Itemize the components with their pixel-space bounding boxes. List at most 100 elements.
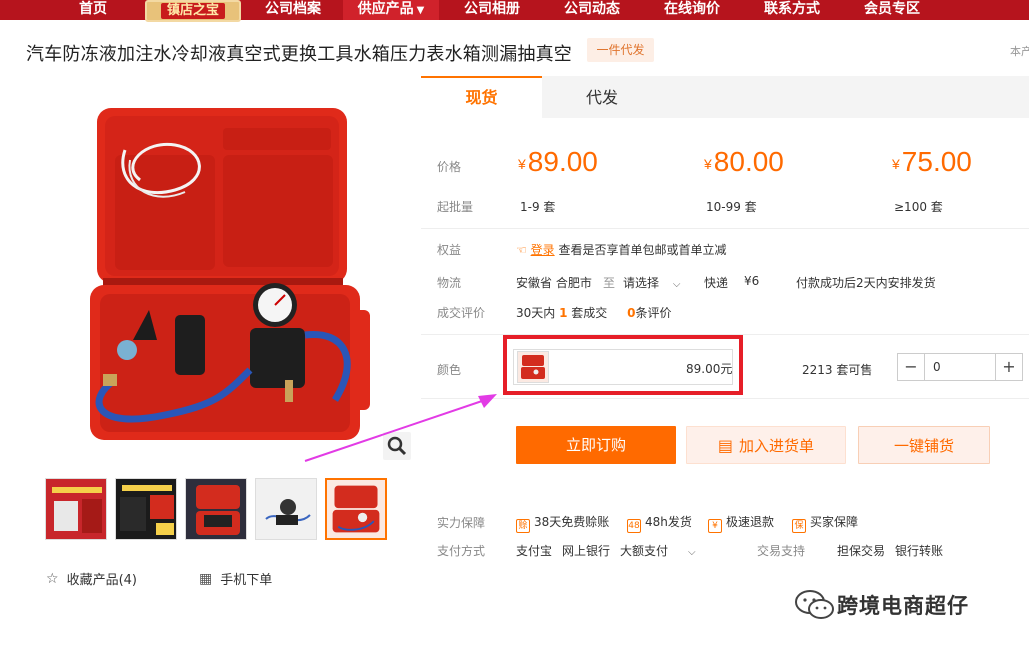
nav-news[interactable]: 公司动态 <box>552 0 632 20</box>
currency-symbol: ¥ <box>892 156 900 172</box>
support-escrow: 担保交易 <box>837 544 886 558</box>
price-tier-2: ¥80.00 <box>704 146 784 178</box>
payment-ebank: 网上银行 <box>562 544 611 558</box>
thumbnail-image <box>332 485 380 533</box>
price-value: 89.00 <box>527 146 598 177</box>
price-tier-1: ¥89.00 <box>518 146 598 178</box>
quantity-input[interactable]: 0 <box>924 354 996 380</box>
tab-in-stock[interactable]: 现货 <box>421 76 542 118</box>
rights-row: ☜ 登录 查看是否享首单包邮或首单立减 <box>516 241 726 258</box>
mobile-order-link[interactable]: ▦ 手机下单 <box>199 569 273 589</box>
review-count: 0 <box>627 306 636 320</box>
sold-count: 1 <box>559 306 568 320</box>
nav-member[interactable]: 会员专区 <box>852 0 932 20</box>
thumbnail-image <box>120 485 174 535</box>
thumbnail-image <box>52 487 102 533</box>
divider <box>421 228 1029 229</box>
tab-dropship[interactable]: 代发 <box>542 76 662 118</box>
clock-icon: 48 <box>627 519 641 533</box>
nav-featured-badge[interactable]: 镇店之宝 <box>145 0 241 22</box>
thumbnail-image <box>196 485 240 535</box>
credit-icon: 赊 <box>516 519 530 533</box>
guarantee-buyer: 保买家保障 <box>792 513 858 533</box>
currency-symbol: ¥ <box>518 156 526 172</box>
favorite-link[interactable]: ☆ 收藏产品(4) <box>46 569 137 589</box>
top-nav: 首页 镇店之宝 公司档案 供应产品 ▼ 公司相册 公司动态 在线询价 联系方式 会… <box>0 0 1029 22</box>
nav-album[interactable]: 公司相册 <box>452 0 532 20</box>
minus-button[interactable]: − <box>898 354 924 380</box>
guarantee-refund-label: 极速退款 <box>726 515 775 529</box>
logistics-origin: 安徽省 合肥市 <box>516 276 592 290</box>
zoom-button[interactable] <box>383 432 411 460</box>
rights-label: 权益 <box>437 243 462 257</box>
guarantee-credit-label: 38天免费赊账 <box>534 515 610 529</box>
guarantee-48h-label: 48h发货 <box>645 515 692 529</box>
thumbnail-5[interactable] <box>325 478 387 540</box>
divider <box>421 398 1029 399</box>
order-tabs: 现货 代发 <box>421 76 1029 118</box>
main-product-image[interactable] <box>45 80 415 460</box>
sold-suffix: 套成交 <box>571 306 608 320</box>
payment-label: 支付方式 <box>437 544 486 558</box>
wechat-icon <box>795 590 834 619</box>
price-value: 75.00 <box>901 146 972 177</box>
mobile-order-label: 手机下单 <box>220 573 273 588</box>
clipboard-icon: ▤ <box>717 436 734 455</box>
chevron-down-icon: ⌵ <box>672 279 681 290</box>
guarantee-refund: ¥ 极速退款 <box>708 513 774 533</box>
nav-home[interactable]: 首页 <box>68 0 118 20</box>
thumbnail-1[interactable] <box>45 478 107 540</box>
destination-value: 请选择 <box>623 276 660 290</box>
express-label: 快递 <box>704 276 729 290</box>
thumbnail-4[interactable] <box>255 478 317 540</box>
nav-inquiry[interactable]: 在线询价 <box>652 0 732 20</box>
buy-now-button[interactable]: 立即订购 <box>516 426 676 464</box>
currency-symbol: ¥ <box>704 156 712 172</box>
qty-tier-3: ≥100 套 <box>894 200 943 214</box>
logistics-label: 物流 <box>437 276 462 290</box>
shield-icon: 保 <box>792 519 806 533</box>
one-click-distribute-button[interactable]: 一键铺货 <box>858 426 990 464</box>
nav-company-profile[interactable]: 公司档案 <box>253 0 333 20</box>
guarantee-buyer-label: 买家保障 <box>810 515 859 529</box>
nav-contact[interactable]: 联系方式 <box>752 0 832 20</box>
shipping-fee: ¥6 <box>744 274 760 288</box>
sku-price: 89.00元 <box>686 362 733 376</box>
page-title: 汽车防冻液加注水冷却液真空式更换工具水箱压力表水箱测漏抽真空 <box>26 44 572 65</box>
add-to-cart-button[interactable]: ▤ 加入进货单 <box>686 426 846 464</box>
nav-supply-products[interactable]: 供应产品 ▼ <box>343 0 439 20</box>
rights-text: 查看是否享首单包邮或首单立减 <box>558 243 727 257</box>
payment-large[interactable]: 大额支付 ⌵ <box>620 542 696 559</box>
favorite-label: 收藏产品(4) <box>66 573 137 588</box>
support-label: 交易支持 <box>757 544 806 558</box>
sku-thumbnail <box>517 351 549 383</box>
watermark: 跨境电商超仔 <box>793 588 969 622</box>
nav-supply-label: 供应产品 <box>357 1 414 17</box>
price-label: 价格 <box>437 160 462 174</box>
reviews-row: 30天内 1 套成交 0条评价 <box>516 304 672 321</box>
thumbnail-2[interactable] <box>115 478 177 540</box>
guarantee-48h: 48 48h发货 <box>627 513 692 533</box>
add-to-cart-label: 加入进货单 <box>739 437 815 455</box>
moq-label: 起批量 <box>437 200 474 214</box>
stock-count: 2213 套可售 <box>802 363 873 377</box>
guarantee-label: 实力保障 <box>437 516 486 530</box>
thumbnail-3[interactable] <box>185 478 247 540</box>
star-icon: ☆ <box>46 570 59 587</box>
nav-featured-label: 镇店之宝 <box>160 3 225 19</box>
price-value: 80.00 <box>713 146 784 177</box>
review-suffix[interactable]: 条评价 <box>636 306 672 320</box>
destination-select[interactable]: 请选择 ⌵ <box>623 274 680 291</box>
chevron-down-icon: ⌵ <box>688 547 696 558</box>
reviews-prefix: 30天内 <box>516 306 556 320</box>
sku-image <box>521 355 545 379</box>
quantity-stepper: − 0 + <box>897 353 1023 381</box>
ship-note: 付款成功后2天内安排发货 <box>796 276 936 290</box>
plus-button[interactable]: + <box>996 354 1022 380</box>
side-note: 本产 <box>1010 45 1029 58</box>
caret-down-icon: ▼ <box>416 5 425 16</box>
refund-icon: ¥ <box>708 519 722 533</box>
login-link[interactable]: 登录 <box>531 243 555 257</box>
qty-tier-1: 1-9 套 <box>520 200 556 214</box>
support-transfer: 银行转账 <box>895 544 944 558</box>
